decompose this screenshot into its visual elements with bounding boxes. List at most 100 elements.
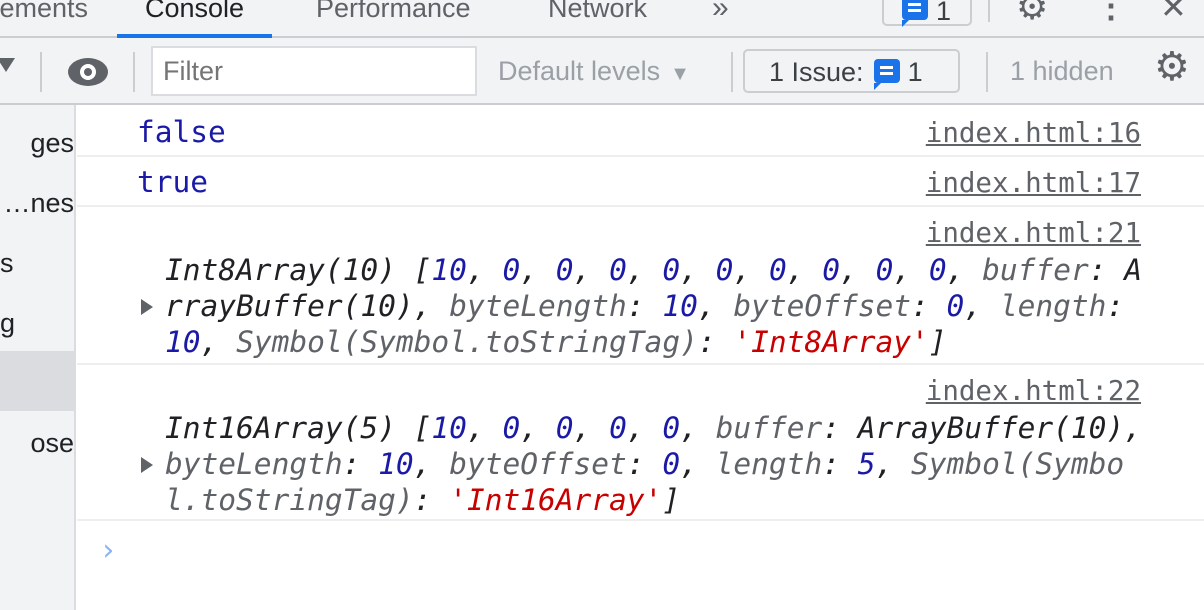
tab-elements-label: Elements xyxy=(0,0,88,23)
token-key: Symbol(Symbo xyxy=(911,447,1125,481)
token-obj: : xyxy=(822,447,858,481)
token-key: Symbol(Symbol.toStringTag) xyxy=(236,325,698,359)
sidebar-item[interactable]: ges xyxy=(0,113,74,173)
tab-console[interactable]: Console xyxy=(117,0,273,38)
source-link[interactable]: index.html:21 xyxy=(926,217,1141,249)
token-obj: , xyxy=(466,411,503,445)
token-key: l.toStringTag) xyxy=(165,483,414,517)
token-num: 10 xyxy=(431,253,467,287)
token-obj: : xyxy=(413,483,450,517)
console-prompt[interactable]: › xyxy=(99,533,117,568)
console-message: true index.html:17 xyxy=(77,157,1204,207)
token-num: 0 xyxy=(875,253,894,287)
issues-icon xyxy=(873,59,900,90)
token-num: 10 xyxy=(431,411,467,445)
sidebar-item[interactable]: g xyxy=(0,293,74,353)
object-line: byteLength: 10, byteOffset: 0, length: 5… xyxy=(165,446,1142,482)
log-levels-dropdown[interactable]: Default levels ▼ xyxy=(498,56,690,87)
token-num: 0 xyxy=(502,253,521,287)
token-num: 0 xyxy=(822,253,841,287)
token-obj: , xyxy=(200,325,237,359)
token-obj: , xyxy=(413,289,450,323)
console-message: index.html:21 Int8Array(10) [10, 0, 0, 0… xyxy=(77,207,1204,365)
divider xyxy=(986,52,988,92)
issues-button[interactable]: 1 Issue: 1 xyxy=(743,49,960,93)
issues-badge-button[interactable]: 1 xyxy=(882,0,972,27)
issues-count: 1 xyxy=(907,57,923,87)
token-num: 0 xyxy=(928,253,947,287)
source-link[interactable]: index.html:17 xyxy=(926,167,1141,199)
token-obj: , xyxy=(680,253,716,287)
token-str: 'Int16Array' xyxy=(449,483,663,517)
token-obj: : xyxy=(342,447,379,481)
token-obj: rrayBuffer(10) xyxy=(165,289,414,323)
eye-icon[interactable] xyxy=(68,58,108,86)
object-line: 10, Symbol(Symbol.toStringTag): 'Int8Arr… xyxy=(165,324,1142,360)
kebab-menu-icon[interactable]: ⋮ xyxy=(1094,0,1128,26)
sidebar-item-selected[interactable] xyxy=(0,351,74,411)
token-key: buffer xyxy=(982,253,1089,287)
more-tabs-icon[interactable]: » xyxy=(712,0,729,38)
console-sidebar: ges nes… s g ose xyxy=(0,105,76,610)
divider xyxy=(988,0,990,22)
token-obj: , xyxy=(626,253,663,287)
object-line: Int8Array(10) [10, 0, 0, 0, 0, 0, 0, 0, … xyxy=(165,252,1142,288)
token-obj: , xyxy=(680,447,716,481)
token-num: 0 xyxy=(555,253,574,287)
token-num: 0 xyxy=(609,253,627,287)
close-icon[interactable]: ✕ xyxy=(1160,0,1187,26)
token-num: 0 xyxy=(946,289,965,323)
token-str: 'Int8Array' xyxy=(733,325,929,359)
gear-icon[interactable]: ⚙ xyxy=(1154,44,1190,90)
token-key: byteOffset xyxy=(449,447,627,481)
message-object[interactable]: Int8Array(10) [10, 0, 0, 0, 0, 0, 0, 0, … xyxy=(165,252,1142,360)
token-obj: , xyxy=(520,411,556,445)
hidden-count: 1 hidden xyxy=(1010,56,1114,86)
expand-triangle-icon[interactable] xyxy=(141,299,153,315)
gear-icon[interactable]: ⚙ xyxy=(1016,0,1048,28)
token-obj: , xyxy=(893,253,929,287)
token-obj: , xyxy=(680,411,716,445)
sidebar-item[interactable]: nes… xyxy=(0,173,74,233)
token-num: 10 xyxy=(662,289,698,323)
token-num: 10 xyxy=(165,325,201,359)
token-num: 0 xyxy=(662,411,681,445)
message-value: true xyxy=(137,165,209,199)
token-obj: : xyxy=(626,447,663,481)
message-value: false xyxy=(137,115,226,149)
token-obj: , xyxy=(626,411,663,445)
tab-network[interactable]: Network xyxy=(548,0,647,38)
token-num: 0 xyxy=(555,411,574,445)
token-num: 0 xyxy=(662,447,681,481)
log-levels-label: Default levels xyxy=(498,56,661,86)
token-key: byteOffset xyxy=(733,289,911,323)
token-num: 0 xyxy=(768,253,787,287)
token-obj: , xyxy=(946,253,983,287)
token-obj: : xyxy=(911,289,947,323)
sidebar-item[interactable]: s xyxy=(0,233,74,293)
token-obj: : xyxy=(626,289,663,323)
token-key: byteLength xyxy=(449,289,627,323)
token-obj: Int16Array(5) [ xyxy=(165,411,432,445)
devtools-tabbar: Elements Console Performance Network » 1… xyxy=(0,0,1204,38)
issues-icon xyxy=(902,0,928,27)
divider xyxy=(40,52,42,92)
token-obj: , xyxy=(786,253,823,287)
token-key: length xyxy=(999,289,1107,323)
sidebar-item[interactable]: ose xyxy=(0,413,74,473)
chevron-down-icon: ▼ xyxy=(670,63,690,85)
token-obj: : ArrayBuffer(10), xyxy=(822,411,1142,445)
token-obj: : xyxy=(1106,289,1125,323)
source-link[interactable]: index.html:16 xyxy=(926,117,1141,149)
tab-performance[interactable]: Performance xyxy=(316,0,471,38)
dropdown-icon[interactable] xyxy=(0,58,15,72)
token-obj: , xyxy=(964,289,1000,323)
expand-triangle-icon[interactable] xyxy=(141,457,153,473)
filter-input[interactable] xyxy=(151,46,477,96)
message-object[interactable]: Int16Array(5) [10, 0, 0, 0, 0, buffer: A… xyxy=(165,410,1142,518)
prompt-icon: › xyxy=(99,533,118,568)
source-link[interactable]: index.html:22 xyxy=(926,375,1141,407)
tab-elements[interactable]: Elements xyxy=(0,0,88,38)
token-obj: , xyxy=(573,253,610,287)
token-obj: , xyxy=(840,253,876,287)
